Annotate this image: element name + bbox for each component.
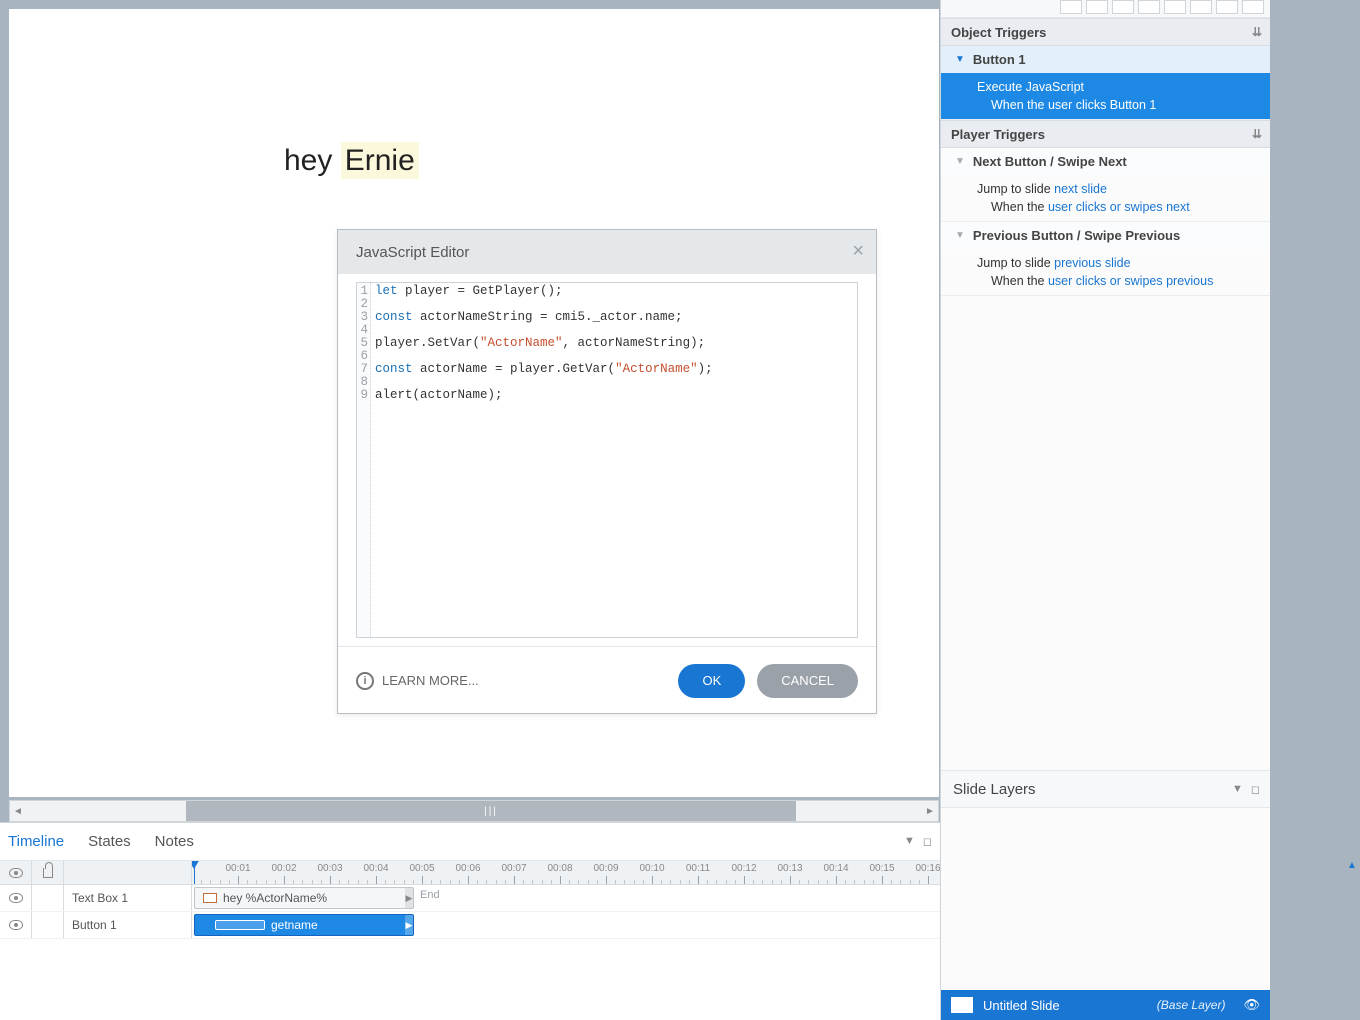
javascript-editor-dialog: JavaScript Editor × 123456789 let player… — [337, 229, 877, 714]
close-icon[interactable]: × — [852, 240, 864, 263]
learn-more-link[interactable]: i LEARN MORE... — [356, 672, 479, 690]
row-visibility-toggle[interactable] — [0, 912, 32, 938]
caret-icon: ▼ — [955, 230, 965, 241]
player-triggers-header[interactable]: Player Triggers ⇊ — [941, 120, 1270, 148]
trigger-title: Next Button / Swipe Next — [973, 154, 1127, 169]
toolbar-button[interactable] — [1086, 0, 1108, 14]
bottom-panel: Timeline States Notes ▼ ◻ 00:0100:0200:0… — [0, 822, 940, 1020]
slide-layers-header[interactable]: Slide Layers ▼ ◻ — [941, 770, 1270, 808]
slide-canvas[interactable]: hey Ernie JavaScript Editor × 123456789 … — [9, 9, 939, 797]
playhead-line — [194, 861, 195, 884]
button-icon — [215, 920, 265, 930]
bar-resize-handle[interactable]: ▶ — [405, 915, 413, 935]
slide-layers-label: Slide Layers — [953, 781, 1036, 798]
canvas-horizontal-scrollbar[interactable]: ◄ ||| ► — [9, 800, 939, 822]
code-editor[interactable]: 123456789 let player = GetPlayer();const… — [356, 282, 858, 638]
row-name[interactable]: Button 1 — [64, 912, 192, 938]
eye-icon — [9, 920, 23, 930]
trigger-item-header[interactable]: ▼ Next Button / Swipe Next — [941, 148, 1270, 175]
right-panel: Object Triggers ⇊ ▼ Button 1 Execute JavaS… — [940, 0, 1270, 1020]
row-visibility-toggle[interactable] — [0, 885, 32, 911]
lock-icon — [43, 868, 53, 878]
tab-states[interactable]: States — [88, 833, 131, 850]
scrollbar-thumb[interactable]: ||| — [186, 801, 796, 821]
panel-undock-icon[interactable]: ◻ — [923, 835, 932, 848]
info-icon: i — [356, 672, 374, 690]
tab-timeline[interactable]: Timeline — [8, 833, 64, 850]
bar-resize-handle[interactable]: ▶ — [405, 888, 413, 908]
trigger-action[interactable]: Jump to slide previous slideWhen the use… — [941, 249, 1270, 295]
slide-text-prefix: hey — [284, 144, 341, 177]
timeline-ruler[interactable]: 00:0100:0200:0300:0400:0500:0600:0700:08… — [192, 861, 940, 884]
triggers-toolbar — [941, 0, 1270, 18]
cancel-button[interactable]: CANCEL — [757, 664, 858, 698]
end-marker: End — [420, 889, 440, 901]
layer-title: Untitled Slide — [983, 998, 1060, 1013]
slide-text-variable: Ernie — [341, 142, 419, 179]
scroll-right-icon[interactable]: ► — [922, 806, 938, 817]
dialog-footer: i LEARN MORE... OK CANCEL — [338, 646, 876, 714]
toolbar-button[interactable] — [1164, 0, 1186, 14]
timeline-scroll-up-icon[interactable]: ▲ — [1344, 860, 1360, 871]
dialog-header[interactable]: JavaScript Editor × — [338, 230, 876, 274]
collapse-icon[interactable]: ⇊ — [1252, 25, 1262, 39]
layer-subtitle: (Base Layer) — [1157, 998, 1226, 1012]
trigger-action[interactable]: Jump to slide next slideWhen the user cl… — [941, 175, 1270, 221]
name-column-header — [64, 861, 192, 884]
base-layer-row[interactable]: Untitled Slide (Base Layer) 👁 — [941, 990, 1270, 1020]
timeline-row[interactable]: Text Box 1 hey %ActorName% ▶ End — [0, 885, 940, 912]
learn-more-label: LEARN MORE... — [382, 673, 479, 688]
slide-text: hey Ernie — [284, 144, 419, 178]
object-triggers-label: Object Triggers — [951, 25, 1046, 40]
dialog-title: JavaScript Editor — [356, 244, 469, 261]
visibility-column-header[interactable] — [0, 861, 32, 884]
eye-icon — [9, 893, 23, 903]
trigger-title: Button 1 — [973, 52, 1026, 67]
layers-undock-icon[interactable]: ◻ — [1251, 783, 1260, 796]
toolbar-button[interactable] — [1242, 0, 1264, 14]
layers-menu-icon[interactable]: ▼ — [1232, 783, 1243, 796]
tab-notes[interactable]: Notes — [155, 833, 194, 850]
row-lock-toggle[interactable] — [32, 912, 64, 938]
timeline-bar[interactable]: getname ▶ — [194, 914, 414, 936]
row-name[interactable]: Text Box 1 — [64, 885, 192, 911]
object-triggers-header[interactable]: Object Triggers ⇊ — [941, 18, 1270, 46]
trigger-item-header[interactable]: ▼ Button 1 — [941, 46, 1270, 73]
bar-label: getname — [271, 918, 318, 932]
toolbar-button[interactable] — [1112, 0, 1134, 14]
toolbar-button[interactable] — [1216, 0, 1238, 14]
scroll-left-icon[interactable]: ◄ — [10, 806, 26, 817]
eye-icon — [9, 868, 23, 878]
trigger-title: Previous Button / Swipe Previous — [973, 228, 1180, 243]
eye-icon[interactable]: 👁 — [1243, 997, 1260, 1013]
ok-button[interactable]: OK — [678, 664, 745, 698]
toolbar-button[interactable] — [1060, 0, 1082, 14]
timeline-header: 00:0100:0200:0300:0400:0500:0600:0700:08… — [0, 861, 940, 885]
collapse-icon[interactable]: ⇊ — [1252, 127, 1262, 141]
caret-icon: ▼ — [955, 54, 965, 65]
player-triggers-label: Player Triggers — [951, 127, 1045, 142]
layer-thumbnail — [951, 997, 973, 1013]
bottom-panel-tabs: Timeline States Notes ▼ ◻ — [0, 823, 940, 861]
toolbar-button[interactable] — [1138, 0, 1160, 14]
timeline-row[interactable]: Button 1 getname ▶ — [0, 912, 940, 939]
trigger-item-header[interactable]: ▼ Previous Button / Swipe Previous — [941, 222, 1270, 249]
toolbar-button[interactable] — [1190, 0, 1212, 14]
textbox-icon — [203, 893, 217, 903]
row-lock-toggle[interactable] — [32, 885, 64, 911]
panel-menu-icon[interactable]: ▼ — [904, 835, 915, 848]
timeline-bar[interactable]: hey %ActorName% ▶ — [194, 887, 414, 909]
lock-column-header[interactable] — [32, 861, 64, 884]
line-number-gutter: 123456789 — [357, 283, 371, 637]
caret-icon: ▼ — [955, 156, 965, 167]
trigger-action[interactable]: Execute JavaScriptWhen the user clicks B… — [941, 73, 1270, 119]
code-text[interactable]: let player = GetPlayer();const actorName… — [371, 283, 857, 637]
bar-label: hey %ActorName% — [223, 891, 327, 905]
